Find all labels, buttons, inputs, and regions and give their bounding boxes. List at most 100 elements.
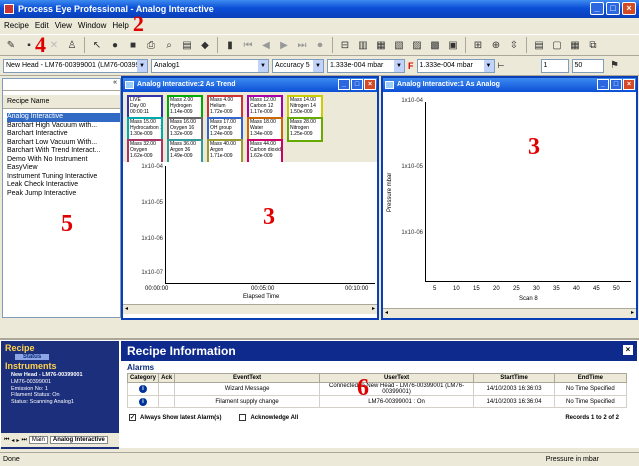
tab-analog-interactive[interactable]: Analog Interactive <box>49 436 108 444</box>
col-starttime[interactable]: StartTime <box>473 373 555 383</box>
analog-xlabel: Scan 8 <box>519 296 538 302</box>
first-icon[interactable]: ⏮ <box>240 37 256 53</box>
layout1-icon[interactable]: ▤ <box>531 37 547 53</box>
minimize-button[interactable]: _ <box>590 2 604 15</box>
chart5-icon[interactable]: ▩ <box>427 37 443 53</box>
record-icon[interactable]: ⏺ <box>312 37 328 53</box>
recipe-list-item[interactable]: Peak Jump Interactive <box>7 190 120 199</box>
recipe-list-item[interactable]: Barchart High Vacuum with... <box>7 122 120 131</box>
analog-scrollbar[interactable]: ◂ ▸ <box>383 308 636 318</box>
analog-ytick-1: 1x10-05 <box>401 164 423 170</box>
trend-scrollbar[interactable]: ◂ ▸ <box>123 304 377 314</box>
next-icon[interactable]: ⏭ <box>294 37 310 53</box>
mass-cell[interactable]: Mass 44.00 Carbon dioxide 1.62e-009 <box>247 139 283 164</box>
zoom-icon[interactable]: ⌕ <box>161 37 177 53</box>
layout4-icon[interactable]: ⧉ <box>585 37 601 53</box>
maximize-button[interactable]: □ <box>606 2 620 15</box>
trend-window-titlebar[interactable]: Analog Interactive:2 As Trend _ □ × <box>123 78 377 92</box>
run-icon[interactable]: ● <box>107 37 123 53</box>
tab-last-icon[interactable]: ⏭ <box>21 437 26 444</box>
close-button[interactable]: × <box>622 2 636 15</box>
settings-icon[interactable]: ■ <box>125 37 141 53</box>
recipe-list-item[interactable]: Analog Interactive <box>7 113 120 122</box>
end-pressure-input[interactable]: 1.333e-004 mbar ▼ <box>416 58 495 73</box>
analog-xtick: 10 <box>453 286 460 292</box>
graph-icon[interactable]: ⊟ <box>337 37 353 53</box>
tab-prev-icon[interactable]: ◂ <box>11 437 14 444</box>
tag-icon[interactable]: ◆ <box>197 37 213 53</box>
analog-icon[interactable]: ⊞ <box>470 37 486 53</box>
recipe-list-item[interactable]: Barchart With Trend Interact... <box>7 147 120 156</box>
info-icon: i <box>138 385 147 393</box>
trend-close-button[interactable]: × <box>364 79 376 90</box>
recipe-list-item[interactable]: Leak Check Interactive <box>7 181 120 190</box>
value1-spinner[interactable]: 1 <box>540 58 569 73</box>
always-show-checkbox[interactable]: ✓ <box>129 414 136 421</box>
mass-cell[interactable]: Mass 36.00 Argon 36 1.49e-009 <box>167 139 203 164</box>
col-category[interactable]: Category <box>127 373 159 383</box>
acknowledge-all-checkbox[interactable] <box>239 414 247 421</box>
analog-select[interactable]: Analog1 ▼ <box>151 58 269 73</box>
col-endtime[interactable]: EndTime <box>553 373 628 383</box>
trend-xtick-0: 00:00:00 <box>145 286 169 292</box>
table-row[interactable]: i Filament supply change LM76-00399001 : O… <box>127 395 628 408</box>
col-eventtext[interactable]: EventText <box>174 373 320 383</box>
chart6-icon[interactable]: ▣ <box>445 37 461 53</box>
callout-left: 5 <box>61 211 73 237</box>
chart3-icon[interactable]: ▧ <box>391 37 407 53</box>
menu-edit[interactable]: Edit <box>35 21 49 30</box>
mass-cell[interactable]: Mass 28.00 Nitrogen 1.25e-009 <box>287 117 323 142</box>
menu-window[interactable]: Window <box>78 21 106 30</box>
value2-spinner[interactable]: 50 <box>571 58 604 73</box>
menu-help[interactable]: Help <box>112 21 128 30</box>
instrument-line: Filament Status: On <box>11 392 60 399</box>
tab-main[interactable]: Main <box>28 436 48 444</box>
trend-maximize-button[interactable]: □ <box>351 79 363 90</box>
accuracy-select[interactable]: Accuracy 5 ▼ <box>272 58 324 73</box>
col-ack[interactable]: Ack <box>157 373 176 383</box>
recipe-list-item[interactable]: EasyView <box>7 164 120 173</box>
menu-recipe[interactable]: Recipe <box>4 21 29 30</box>
recipe-info-close-icon[interactable]: × <box>623 345 633 355</box>
analog-window: Analog Interactive:1 As Analog _ □ × 1x10-… <box>381 76 638 320</box>
table-row[interactable]: i Wizard Message Connected to New Head - L… <box>127 382 628 396</box>
play-icon[interactable]: ▶ <box>276 37 292 53</box>
delete-icon[interactable]: ✕ <box>46 37 62 53</box>
chart2-icon[interactable]: ▦ <box>373 37 389 53</box>
chart1-icon[interactable]: ▥ <box>355 37 371 53</box>
zoom-in-icon[interactable]: ⊕ <box>488 37 504 53</box>
recipe-list-item[interactable]: Barchart Interactive <box>7 130 120 139</box>
instrument-line[interactable]: New Head - LM76-00399001 <box>11 372 119 379</box>
recipe-list-item[interactable]: Demo With No Instrument <box>7 156 120 165</box>
scale-icon[interactable]: ⇳ <box>506 37 522 53</box>
flag-icon[interactable]: ⚑ <box>607 58 623 74</box>
stop-icon[interactable]: ▮ <box>222 37 238 53</box>
chart4-icon[interactable]: ▨ <box>409 37 425 53</box>
trend-minimize-button[interactable]: _ <box>338 79 350 90</box>
recipe-list-item[interactable]: Barchart Low Vacuum With... <box>7 139 120 148</box>
prev-icon[interactable]: ◀ <box>258 37 274 53</box>
new-icon[interactable]: ✎ <box>3 37 19 53</box>
mass-cell[interactable]: Mass 32.00 Oxygen 1.62e-009 <box>127 139 163 164</box>
analog-window-titlebar[interactable]: Analog Interactive:1 As Analog _ □ × <box>383 78 636 92</box>
recipe-list-item[interactable]: Instrument Tuning Interactive <box>7 173 120 182</box>
report-icon[interactable]: ▤ <box>179 37 195 53</box>
head-select[interactable]: New Head - LM76-00399001 (LM76-00399 ▼ <box>3 58 148 73</box>
layout2-icon[interactable]: ▢ <box>549 37 565 53</box>
mass-cell[interactable]: Mass 40.00 Argon 1.71e-009 <box>207 139 243 164</box>
print-icon[interactable]: ⎙ <box>143 37 159 53</box>
panel-pin-icon[interactable]: « <box>3 79 120 91</box>
analog-maximize-button[interactable]: □ <box>610 79 622 90</box>
menu-view[interactable]: View <box>55 21 72 30</box>
analog-close-button[interactable]: × <box>623 79 635 90</box>
tab-first-icon[interactable]: ⏮ <box>4 437 9 444</box>
tab-next-icon[interactable]: ▸ <box>16 437 19 444</box>
recipe-name-header[interactable]: Recipe Name <box>3 95 120 109</box>
col-usertext[interactable]: UserText <box>318 373 475 383</box>
analog-minimize-button[interactable]: _ <box>597 79 609 90</box>
pointer-icon[interactable]: ↖ <box>89 37 105 53</box>
layout3-icon[interactable]: ▦ <box>567 37 583 53</box>
start-pressure-input[interactable]: 1.333e-004 mbar ▼ <box>327 58 405 73</box>
always-show-label: Always Show latest Alarm(s) <box>140 414 222 421</box>
user-icon[interactable]: ♙ <box>64 37 80 53</box>
